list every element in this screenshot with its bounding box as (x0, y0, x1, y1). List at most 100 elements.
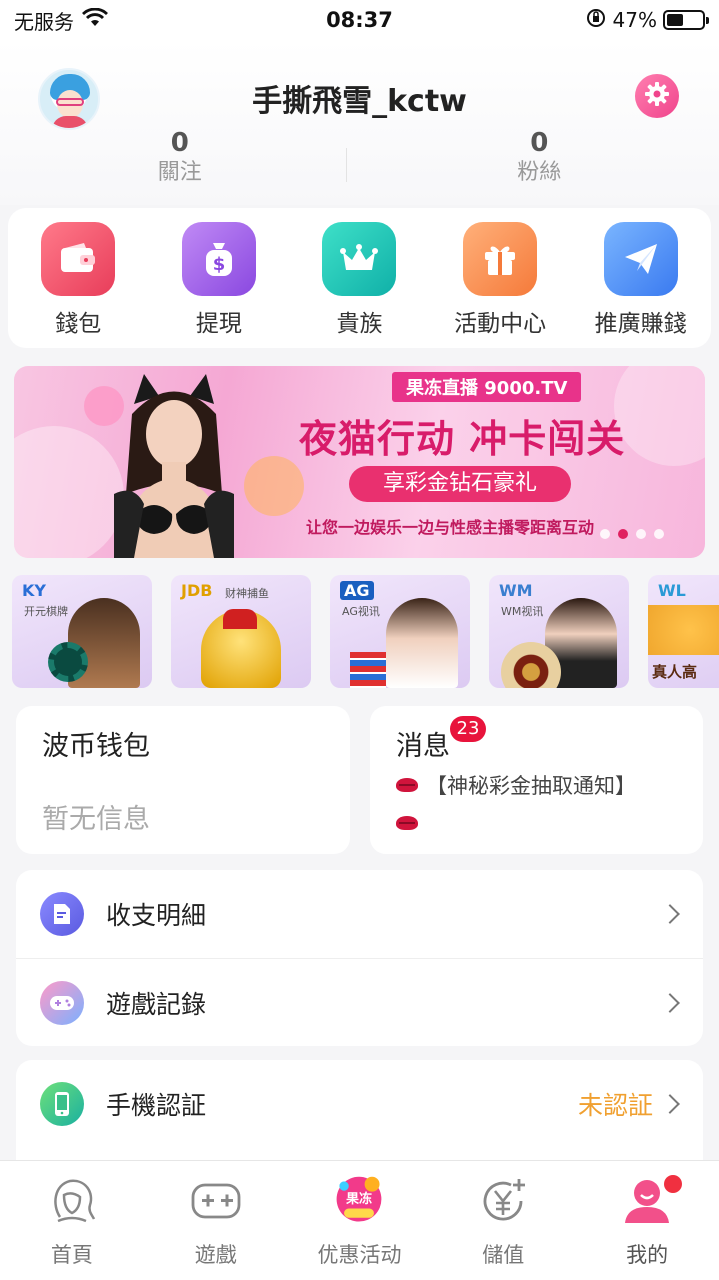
gear-icon (644, 81, 670, 111)
quick-menu-label: 錢包 (55, 311, 102, 337)
username: 手撕飛雪_kctw (252, 84, 467, 119)
tab-games[interactable]: 遊戲 (151, 1173, 281, 1280)
game-logo: WM (499, 581, 533, 600)
chip-stack-icon (350, 652, 386, 688)
quick-menu-label: 推廣賺錢 (594, 311, 687, 337)
game-card-wl[interactable]: WL 真人高 (648, 575, 719, 688)
quick-menu: 錢包 $ 提現 貴族 活動中心 推廣賺錢 (8, 208, 711, 348)
message-title: 消息 (396, 731, 450, 762)
wifi-icon (82, 7, 108, 33)
quick-menu-events[interactable]: 活動中心 (435, 222, 565, 338)
game-card-ag[interactable]: AG AG视讯 (330, 575, 470, 688)
following-label: 關注 (157, 160, 202, 185)
game-card-image (648, 605, 719, 655)
svg-text:果冻: 果冻 (346, 1191, 372, 1207)
fans-label: 粉絲 (517, 160, 562, 185)
message-badge: 23 (450, 716, 486, 742)
game-sublabel: AG视讯 (342, 605, 380, 618)
lips-icon (396, 778, 418, 792)
tab-label: 儲值 (482, 1243, 525, 1267)
banner-pagination[interactable] (600, 529, 664, 539)
message-card[interactable]: 消息 23 【神秘彩金抽取通知】 (370, 706, 703, 854)
tab-home[interactable]: 首頁 (7, 1173, 137, 1280)
game-sublabel: 开元棋牌 (24, 605, 68, 618)
pagination-dot[interactable] (654, 529, 664, 539)
quick-menu-promote[interactable]: 推廣賺錢 (576, 222, 706, 338)
banner-title: 夜猫行动 冲卡闯关 (299, 417, 626, 461)
paper-plane-icon (603, 222, 678, 296)
wallet-card[interactable]: 波币钱包 暂无信息 (16, 706, 350, 854)
quick-menu-withdraw[interactable]: $ 提現 (154, 222, 284, 338)
fans-count: 0 (530, 128, 549, 158)
game-sublabel: WM视讯 (501, 605, 544, 618)
list-item-game-records[interactable]: 遊戲記錄 (16, 958, 703, 1046)
banner-tag: 果冻直播 9000.TV (392, 372, 582, 402)
phone-icon (40, 1082, 84, 1126)
home-face-icon (44, 1173, 100, 1229)
bottom-tab-bar: 首頁 遊戲 果冻 优惠活动 儲值 我的 (0, 1160, 719, 1280)
game-logo: JDB (181, 581, 213, 600)
game-card-ky[interactable]: KY 开元棋牌 (12, 575, 152, 688)
tab-promotions[interactable]: 果冻 优惠活动 (294, 1173, 424, 1280)
chevron-right-icon (660, 992, 680, 1013)
list-item-label: 遊戲記錄 (106, 989, 207, 1019)
quick-menu-label: 活動中心 (454, 311, 547, 337)
battery-icon (663, 10, 709, 30)
money-bag-icon: $ (181, 222, 256, 296)
game-logo: WL (658, 581, 686, 600)
battery-level (667, 14, 683, 26)
poker-chip-icon (48, 642, 88, 682)
settings-button[interactable] (635, 74, 679, 118)
tab-topup[interactable]: 儲值 (438, 1173, 568, 1280)
banner-description: 让您一边娱乐一边与性感主播零距离互动 (306, 518, 595, 537)
chevron-right-icon (660, 904, 680, 924)
quick-menu-label: 提現 (195, 311, 242, 337)
banner-subtitle: 享彩金钻石豪礼 (349, 466, 571, 502)
tab-label: 优惠活动 (317, 1243, 402, 1267)
wallet-title: 波币钱包 (42, 731, 150, 762)
gift-icon (463, 222, 538, 296)
pagination-dot[interactable] (600, 529, 610, 539)
message-item[interactable]: 【神秘彩金抽取通知】 (396, 769, 677, 801)
following-stat[interactable]: 0 關注 (0, 128, 360, 188)
tab-label: 遊戲 (194, 1243, 237, 1267)
crown-icon (322, 222, 397, 296)
list-item-phone-verification[interactable]: 手機認証 未認証 (16, 1060, 703, 1148)
chevron-right-icon (660, 1094, 680, 1114)
game-provider-strip[interactable]: KY 开元棋牌 JDB 财神捕鱼 AG AG视讯 WM WM视讯 WL 真人高 (12, 575, 719, 688)
pagination-dot-active[interactable] (618, 529, 628, 539)
game-card-wm[interactable]: WM WM视讯 (489, 575, 629, 688)
gamepad-outline-icon (188, 1173, 244, 1229)
rotation-lock-icon (585, 7, 607, 34)
message-text: 【神秘彩金抽取通知】 (426, 774, 636, 798)
yen-plus-icon (475, 1173, 531, 1229)
banner-model-image (114, 374, 234, 558)
game-card-jdb[interactable]: JDB 财神捕鱼 (171, 575, 311, 688)
game-card-image (386, 598, 458, 688)
game-sublabel: 真人高 (652, 663, 698, 681)
notification-dot (664, 1175, 683, 1193)
carrier-text: 无服务 (14, 9, 74, 34)
tab-profile[interactable]: 我的 (582, 1173, 712, 1280)
wallet-icon (41, 222, 116, 296)
list-item-transactions[interactable]: 收支明細 (16, 870, 703, 958)
tab-label: 首頁 (50, 1243, 93, 1267)
document-edit-icon (40, 892, 84, 936)
game-logo: KY (22, 581, 46, 600)
tab-label: 我的 (626, 1243, 669, 1267)
game-sublabel: 财神捕鱼 (225, 587, 269, 600)
promo-banner[interactable]: 果冻直播 9000.TV 夜猫行动 冲卡闯关 享彩金钻石豪礼 让您一边娱乐一边与… (14, 366, 705, 558)
profile-header: 手撕飛雪_kctw 0 關注 0 粉絲 (0, 40, 719, 205)
verification-status: 未認証 (577, 1091, 653, 1120)
fans-stat[interactable]: 0 粉絲 (360, 128, 719, 188)
pagination-dot[interactable] (636, 529, 646, 539)
following-count: 0 (170, 128, 189, 158)
message-item[interactable] (396, 807, 677, 839)
quick-menu-nobility[interactable]: 貴族 (294, 222, 424, 338)
quick-menu-label: 貴族 (336, 311, 383, 337)
records-list: 收支明細 遊戲記錄 (16, 870, 703, 1046)
gamepad-icon (40, 980, 84, 1025)
game-logo: AG (340, 581, 374, 600)
wallet-empty-text: 暂无信息 (42, 804, 150, 835)
quick-menu-wallet[interactable]: 錢包 (13, 222, 143, 338)
